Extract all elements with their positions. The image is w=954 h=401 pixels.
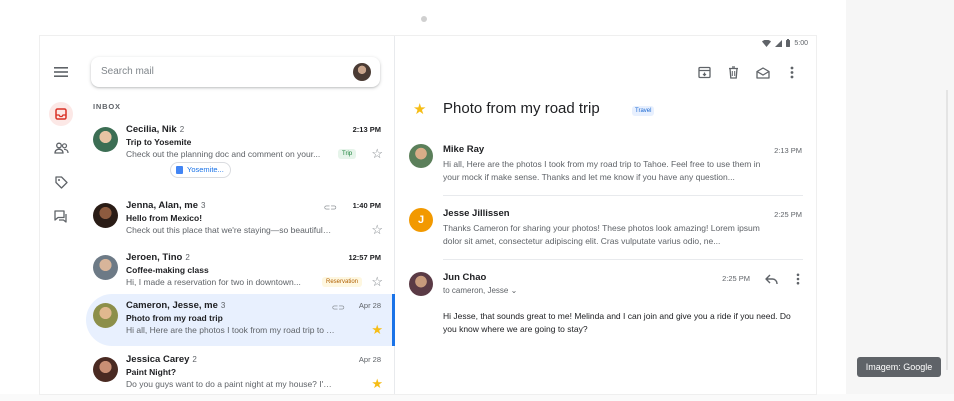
label-chip-trip[interactable]: Trip — [338, 149, 357, 159]
thread-snippet: Check out this place that we're staying—… — [126, 225, 332, 235]
tablet-screen: Search mail INBOX Cecilia, Nik 2 2:13 PM … — [40, 36, 816, 394]
thread-snippet: Hi all, Here are the photos I took from … — [126, 325, 338, 335]
delete-icon[interactable] — [725, 64, 742, 81]
status-time: 5:00 — [794, 39, 808, 47]
attachment-icon: ⊂⊃ — [331, 303, 345, 312]
attachment-chip[interactable]: Yosemite... — [170, 162, 231, 178]
thread-subject: Hello from Mexico! — [126, 213, 203, 223]
menu-icon[interactable] — [51, 62, 71, 82]
label-chip-reservation[interactable]: Reservation — [322, 277, 363, 287]
thread-time: 12:57 PM — [348, 253, 381, 262]
message-sender: Jun Chao — [443, 272, 487, 283]
thread-subject: Coffee-making class — [126, 265, 209, 275]
star-icon[interactable]: ★ — [413, 100, 426, 118]
reading-pane: 5:00 ★ Photo from my road trip Travel Mi… — [395, 36, 816, 394]
wifi-icon — [762, 39, 772, 47]
inbox-icon[interactable] — [49, 102, 73, 126]
message-body: Hi Jesse, that sounds great to me! Melin… — [443, 311, 791, 334]
thread-snippet: Hi, I made a reservation for two in down… — [126, 277, 301, 287]
thread-sender: Cecilia, Nik 2 — [126, 124, 185, 135]
search-bar[interactable]: Search mail — [91, 57, 380, 87]
thread-count: 2 — [179, 125, 185, 134]
thread-subject: Photo from my road trip — [126, 313, 223, 323]
message-item[interactable]: Mike Ray 2:13 PM Hi all, Here are the ph… — [395, 144, 816, 194]
more-vert-icon[interactable] — [796, 272, 800, 290]
reply-icon[interactable] — [765, 272, 778, 290]
thread-count: 3 — [200, 201, 206, 210]
message-time: 2:13 PM — [774, 146, 802, 155]
list-item[interactable]: Jenna, Alan, me 3 ⊂⊃ 1:40 PM Hello from M… — [84, 194, 395, 246]
message-time: 2:25 PM — [774, 210, 802, 219]
inbox-section-label: INBOX — [93, 102, 121, 111]
message-time: 2:25 PM — [722, 274, 750, 283]
thread-list: Search mail INBOX Cecilia, Nik 2 2:13 PM … — [84, 36, 395, 394]
thread-subject: Trip to Yosemite — [126, 137, 192, 147]
thread-time: 1:40 PM — [352, 201, 381, 210]
avatar — [93, 203, 118, 228]
thread-snippet: Do you guys want to do a paint night at … — [126, 379, 338, 389]
list-item[interactable]: Jessica Carey 2 Apr 28 Paint Night? Do yo… — [84, 348, 395, 394]
account-avatar[interactable] — [353, 63, 371, 81]
star-icon[interactable]: ☆ — [371, 223, 383, 236]
thread-snippet: Check out the planning doc and comment o… — [126, 149, 321, 159]
background-right — [846, 0, 954, 401]
message-expanded: Jun Chao 2:25 PM to cameron, Jesse ⌄ Hi … — [395, 272, 816, 372]
message-snippet: Hi all, Here are the photos I took from … — [443, 159, 761, 182]
message-sender: Mike Ray — [443, 144, 485, 155]
message-item[interactable]: J Jesse Jillissen 2:25 PM Thanks Cameron… — [395, 208, 816, 258]
list-item[interactable]: Jeroen, Tino 2 12:57 PM Coffee-making cla… — [84, 246, 395, 298]
avatar: J — [409, 208, 433, 232]
avatar — [409, 272, 433, 296]
thread-sender: Jenna, Alan, me 3 — [126, 200, 206, 211]
avatar — [409, 144, 433, 168]
mark-unread-icon[interactable] — [754, 64, 771, 81]
thread-sender: Jessica Carey 2 — [126, 354, 197, 365]
search-input[interactable]: Search mail — [101, 66, 154, 77]
archive-icon[interactable] — [696, 64, 713, 81]
avatar — [93, 127, 118, 152]
star-icon[interactable]: ☆ — [371, 147, 383, 160]
attachment-icon: ⊂⊃ — [323, 203, 337, 212]
thread-count: 2 — [192, 355, 197, 364]
document-icon — [176, 166, 183, 174]
status-bar: 5:00 — [762, 39, 808, 47]
background-bottom — [0, 394, 954, 401]
message-toolbar — [696, 64, 800, 81]
avatar — [93, 357, 118, 382]
label-icon[interactable] — [51, 172, 71, 192]
chevron-down-icon: ⌄ — [510, 286, 518, 295]
background-edge — [946, 90, 948, 370]
people-icon[interactable] — [51, 138, 71, 158]
label-chip-travel[interactable]: Travel — [632, 106, 655, 116]
message-snippet: Thanks Cameron for sharing your photos! … — [443, 223, 760, 246]
thread-sender: Jeroen, Tino 2 — [126, 252, 190, 263]
message-recipients[interactable]: to cameron, Jesse ⌄ — [443, 286, 517, 295]
star-icon[interactable]: ☆ — [371, 275, 383, 288]
thread-count: 3 — [220, 301, 226, 310]
avatar — [93, 303, 118, 328]
image-credit: Imagem: Google — [857, 357, 941, 377]
signal-icon — [775, 39, 783, 47]
star-icon[interactable]: ★ — [371, 323, 383, 336]
battery-icon — [786, 39, 791, 47]
device-camera — [421, 16, 427, 22]
message-divider — [443, 195, 803, 196]
thread-time: 2:13 PM — [352, 125, 381, 134]
list-item[interactable]: Cecilia, Nik 2 2:13 PM Trip to Yosemite C… — [84, 118, 395, 170]
message-sender: Jesse Jillissen — [443, 208, 510, 219]
chat-icon[interactable] — [51, 206, 71, 226]
thread-time: Apr 28 — [358, 301, 381, 310]
thread-time: Apr 28 — [358, 355, 381, 364]
message-divider — [443, 259, 803, 260]
thread-sender: Cameron, Jesse, me 3 — [126, 300, 226, 311]
attachment-name: Yosemite... — [187, 165, 224, 174]
list-item-selected[interactable]: Cameron, Jesse, me 3 ⊂⊃ Apr 28 Photo from… — [86, 294, 395, 346]
thread-count: 2 — [185, 253, 190, 262]
star-icon[interactable]: ★ — [371, 377, 383, 390]
avatar — [93, 255, 118, 280]
more-vert-icon[interactable] — [783, 64, 800, 81]
thread-subject: Paint Night? — [126, 367, 177, 377]
thread-title: Photo from my road trip — [443, 100, 600, 117]
navigation-rail — [40, 36, 84, 394]
